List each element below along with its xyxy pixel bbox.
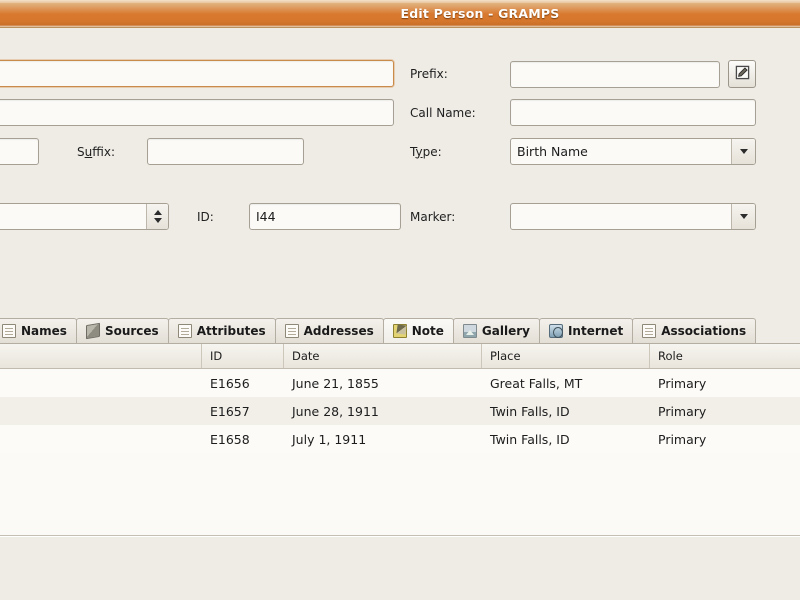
column-header-place[interactable]: Place: [482, 344, 650, 368]
gender-value: male: [0, 209, 146, 224]
window-titlebar[interactable]: Edit Person - GRAMPS: [0, 0, 800, 28]
patronymic-input[interactable]: [0, 138, 39, 165]
type-label: Type:: [410, 144, 442, 159]
tab-sources[interactable]: Sources: [75, 318, 169, 343]
edit-icon: [735, 65, 750, 83]
marker-label: Marker:: [410, 209, 456, 224]
globe-icon: [548, 324, 563, 338]
gender-combo[interactable]: male: [0, 203, 169, 230]
chevron-down-icon: [731, 204, 755, 229]
cell-place: Twin Falls, ID: [490, 431, 570, 447]
document-icon: [177, 324, 192, 338]
spinner-arrows-icon: [146, 204, 168, 229]
dialog-footer: Cancel: [0, 536, 800, 600]
cell-role: Primary: [658, 403, 707, 419]
prefix-label: Prefix:: [410, 67, 448, 81]
name-type-combo[interactable]: Birth Name: [510, 138, 756, 165]
name-group: Name Garner Prefix:: [0, 40, 756, 242]
tab-associations[interactable]: Associations: [632, 318, 757, 343]
tab-label: Attributes: [196, 324, 266, 338]
tab-addresses[interactable]: Addresses: [274, 318, 384, 343]
cell-date: July 1, 1911: [292, 431, 367, 447]
cell-role: Primary: [658, 375, 707, 391]
name-form-grid: Garner Prefix:: [0, 60, 756, 242]
table-row[interactable]: E1657 June 28, 1911 Twin Falls, ID Prima…: [0, 397, 800, 425]
tab-label: Addresses: [303, 324, 374, 338]
edit-person-window: Edit Person - GRAMPS Name Garner Prefix:: [0, 0, 800, 600]
tab-names[interactable]: Names: [0, 318, 77, 343]
document-icon: [284, 324, 299, 338]
table-row[interactable]: E1658 July 1, 1911 Twin Falls, ID Primar…: [0, 425, 800, 453]
cell-description: [0, 369, 202, 397]
marker-combo[interactable]: [510, 203, 756, 230]
tab-attributes[interactable]: Attributes: [167, 318, 276, 343]
table-row[interactable]: E1656 June 21, 1855 Great Falls, MT Prim…: [0, 369, 800, 397]
column-header-date[interactable]: Date: [284, 344, 482, 368]
id-input[interactable]: I44: [249, 203, 401, 230]
events-listview[interactable]: Description ID Date Place Role E1656 Jun…: [0, 344, 800, 536]
edit-name-button[interactable]: [728, 60, 756, 88]
tabstrip: Names Sources Attributes Addresses Note …: [0, 317, 800, 344]
call-name-label: Call Name:: [410, 105, 476, 120]
tab-label: Internet: [567, 324, 624, 338]
cell-role: Primary: [658, 431, 707, 447]
note-icon: [392, 324, 407, 338]
column-header-description[interactable]: Description: [0, 344, 202, 368]
tab-label: Sources: [104, 324, 159, 338]
tab-internet[interactable]: Internet: [538, 318, 634, 343]
call-name-input[interactable]: [510, 99, 756, 126]
tab-label: Gallery: [481, 324, 530, 338]
document-icon: [2, 324, 16, 338]
tab-label: Associations: [661, 324, 747, 338]
tab-label: Names: [21, 324, 67, 338]
cell-place: Twin Falls, ID: [490, 403, 570, 419]
id-label: ID:: [197, 209, 214, 224]
tab-gallery[interactable]: Gallery: [452, 318, 540, 343]
book-icon: [85, 322, 100, 340]
suffix-label: Suffix:: [77, 144, 115, 159]
column-header-role[interactable]: Role: [650, 344, 800, 368]
given-name-input[interactable]: Lewis Anderson: [0, 99, 394, 126]
listview-header: Description ID Date Place Role: [0, 344, 800, 369]
tab-note[interactable]: Note: [382, 318, 454, 343]
name-type-value: Birth Name: [517, 144, 588, 159]
gallery-icon: [462, 324, 477, 338]
tab-label: Note: [411, 324, 444, 338]
column-header-id[interactable]: ID: [202, 344, 284, 368]
cell-id: E1658: [210, 431, 250, 447]
document-icon: [642, 324, 657, 338]
cell-id: E1657: [210, 403, 250, 419]
cell-date: June 28, 1911: [292, 403, 379, 419]
suffix-input[interactable]: [147, 138, 304, 165]
cell-description: [0, 397, 202, 425]
surname-input[interactable]: Garner: [0, 60, 394, 87]
cell-date: June 21, 1855: [292, 375, 379, 391]
window-title: Edit Person - GRAMPS: [400, 6, 560, 21]
cell-id: E1656: [210, 375, 250, 391]
window-body: Name Garner Prefix:: [0, 28, 800, 600]
chevron-down-icon: [731, 139, 755, 164]
name-group-label: Name: [0, 40, 754, 54]
cell-description: [0, 425, 202, 453]
prefix-input[interactable]: [510, 60, 720, 88]
cell-place: Great Falls, MT: [490, 375, 583, 391]
listview-rows: E1656 June 21, 1855 Great Falls, MT Prim…: [0, 369, 800, 453]
